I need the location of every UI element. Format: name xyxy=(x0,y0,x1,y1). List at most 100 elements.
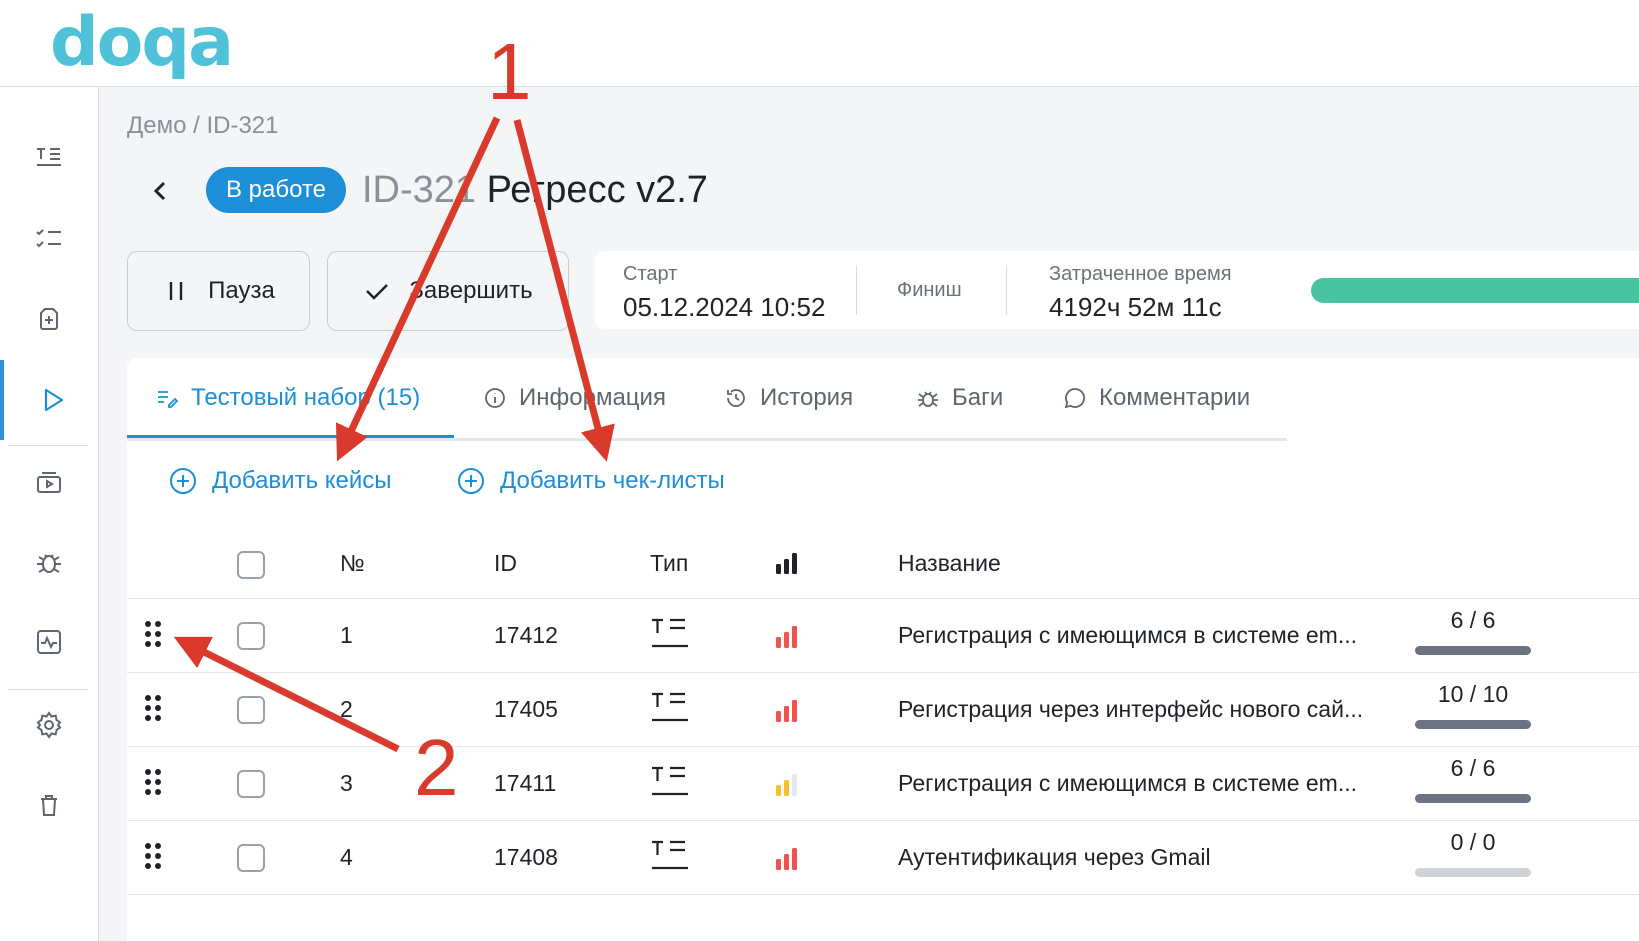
row-checkbox[interactable] xyxy=(237,622,265,650)
row-num: 2 xyxy=(340,696,353,722)
tab-history[interactable]: История xyxy=(724,358,853,438)
chevron-left-icon xyxy=(153,181,166,201)
row-num: 1 xyxy=(340,622,353,648)
test-cases-icon xyxy=(37,148,61,166)
col-type[interactable]: Тип xyxy=(650,528,688,598)
row-name[interactable]: Регистрация через интерфейс нового сай..… xyxy=(898,673,1403,746)
add-checklists-button[interactable]: Добавить чек-листы xyxy=(456,466,725,496)
status-badge[interactable]: В работе xyxy=(206,167,347,213)
top-bar xyxy=(0,0,1639,87)
comments-icon xyxy=(1064,388,1085,409)
annotation-number: 2 xyxy=(414,723,459,812)
spent-value: 4192ч 52м 11с xyxy=(1049,292,1222,322)
tab-test-set[interactable]: Тестовый набор (15) xyxy=(155,358,420,438)
drag-handle-icon[interactable] xyxy=(143,841,163,871)
finish-block: Финиш xyxy=(897,279,962,357)
sidebar-item-settings[interactable] xyxy=(0,685,98,765)
plus-circle-icon xyxy=(170,468,196,494)
row-num: 3 xyxy=(340,770,353,796)
row-name[interactable]: Регистрация с имеющимся в системе em... xyxy=(898,747,1403,820)
test-case-type-icon xyxy=(652,618,688,648)
row-count-bar xyxy=(1415,794,1531,803)
table-row[interactable]: 4 17408 Аутентификация через Gmail 0 / 0 xyxy=(127,821,1639,895)
row-count: 10 / 10 xyxy=(1437,681,1509,707)
row-count: 6 / 6 xyxy=(1450,755,1496,781)
add-cases-button[interactable]: Добавить кейсы xyxy=(168,466,392,496)
start-block: Старт 05.12.2024 10:52 xyxy=(623,263,825,341)
launches-icon xyxy=(37,472,61,493)
row-id[interactable]: 17412 xyxy=(494,599,558,672)
pause-label: Пауза xyxy=(208,277,275,304)
table-row[interactable]: 1 17412 Регистрация с имеющимся в систем… xyxy=(127,599,1639,673)
start-value: 05.12.2024 10:52 xyxy=(623,292,826,322)
settings-icon xyxy=(36,711,62,739)
tab-label: Комментарии xyxy=(1099,384,1251,411)
sidebar-item-test-plan[interactable] xyxy=(0,279,98,359)
run-id: ID-321 xyxy=(362,169,477,211)
bug-icon xyxy=(918,391,938,407)
sidebar-item-bugs[interactable] xyxy=(0,522,98,602)
back-button[interactable] xyxy=(145,172,177,208)
row-checkbox[interactable] xyxy=(237,770,265,798)
timing-divider xyxy=(856,265,857,315)
sidebar-item-checklists[interactable] xyxy=(0,198,98,278)
row-count: 0 / 0 xyxy=(1450,829,1496,855)
row-count-bar xyxy=(1415,646,1531,655)
priority-high-icon xyxy=(776,848,797,870)
col-num[interactable]: № xyxy=(340,528,365,598)
doqa-logo[interactable]: doqa xyxy=(50,0,234,86)
select-all-checkbox[interactable] xyxy=(237,551,265,579)
checklists-icon xyxy=(36,229,61,248)
page-title: ID-321 Регресс v2.7 xyxy=(362,166,708,214)
test-case-type-icon xyxy=(652,692,688,722)
test-set-panel: Тестовый набор (15) Информация История Б… xyxy=(127,358,1639,941)
priority-bars-icon[interactable] xyxy=(775,552,799,574)
row-id[interactable]: 17405 xyxy=(494,673,558,746)
plus-circle-icon xyxy=(458,468,484,494)
tab-label: Баги xyxy=(952,384,1004,411)
test-case-type-icon xyxy=(652,840,688,870)
row-count-bar xyxy=(1415,868,1531,877)
row-checkbox[interactable] xyxy=(237,696,265,724)
test-plan-icon xyxy=(40,308,58,330)
col-id[interactable]: ID xyxy=(494,528,517,598)
test-case-type-icon xyxy=(652,766,688,796)
table-row[interactable]: 3 17411 Регистрация с имеющимся в систем… xyxy=(127,747,1639,821)
sidebar-item-test-cases[interactable] xyxy=(0,117,98,197)
col-name[interactable]: Название xyxy=(898,528,1001,598)
row-name[interactable]: Аутентификация через Gmail xyxy=(898,821,1403,894)
sidebar-item-launches[interactable] xyxy=(0,442,98,522)
drag-handle-icon[interactable] xyxy=(143,767,163,797)
drag-handle-icon[interactable] xyxy=(143,693,163,723)
finish-label: Финиш xyxy=(897,279,962,301)
breadcrumb[interactable]: Демо / ID-321 xyxy=(127,112,279,140)
info-icon xyxy=(485,388,505,408)
sidebar-item-analytics[interactable] xyxy=(0,602,98,682)
run-progress-bar xyxy=(1311,278,1639,303)
trash-icon xyxy=(41,795,57,816)
drag-handle-icon[interactable] xyxy=(143,619,163,649)
tab-label: Информация xyxy=(519,384,666,411)
tab-info[interactable]: Информация xyxy=(483,358,666,438)
run-play-icon xyxy=(44,388,64,412)
history-icon xyxy=(727,389,745,407)
analytics-icon xyxy=(37,630,61,654)
finish-label: Завершить xyxy=(409,277,533,304)
finish-button[interactable]: Завершить xyxy=(327,251,569,331)
sidebar-item-runs[interactable] xyxy=(0,360,102,440)
row-name[interactable]: Регистрация с имеющимся в системе em... xyxy=(898,599,1403,672)
pause-button[interactable]: Пауза xyxy=(127,251,310,331)
row-id[interactable]: 17408 xyxy=(494,821,558,894)
sidebar xyxy=(0,87,99,941)
pause-icon xyxy=(169,282,183,300)
row-count: 6 / 6 xyxy=(1450,607,1496,633)
add-cases-label: Добавить кейсы xyxy=(212,467,392,494)
tab-bugs[interactable]: Баги xyxy=(916,358,1003,438)
table-row[interactable]: 2 17405 Регистрация через интерфейс ново… xyxy=(127,673,1639,747)
sidebar-item-trash[interactable] xyxy=(0,765,98,845)
row-checkbox[interactable] xyxy=(237,844,265,872)
tab-comments[interactable]: Комментарии xyxy=(1063,358,1250,438)
test-set-icon xyxy=(158,391,179,408)
bug-icon xyxy=(37,554,61,573)
row-id[interactable]: 17411 xyxy=(494,747,556,820)
